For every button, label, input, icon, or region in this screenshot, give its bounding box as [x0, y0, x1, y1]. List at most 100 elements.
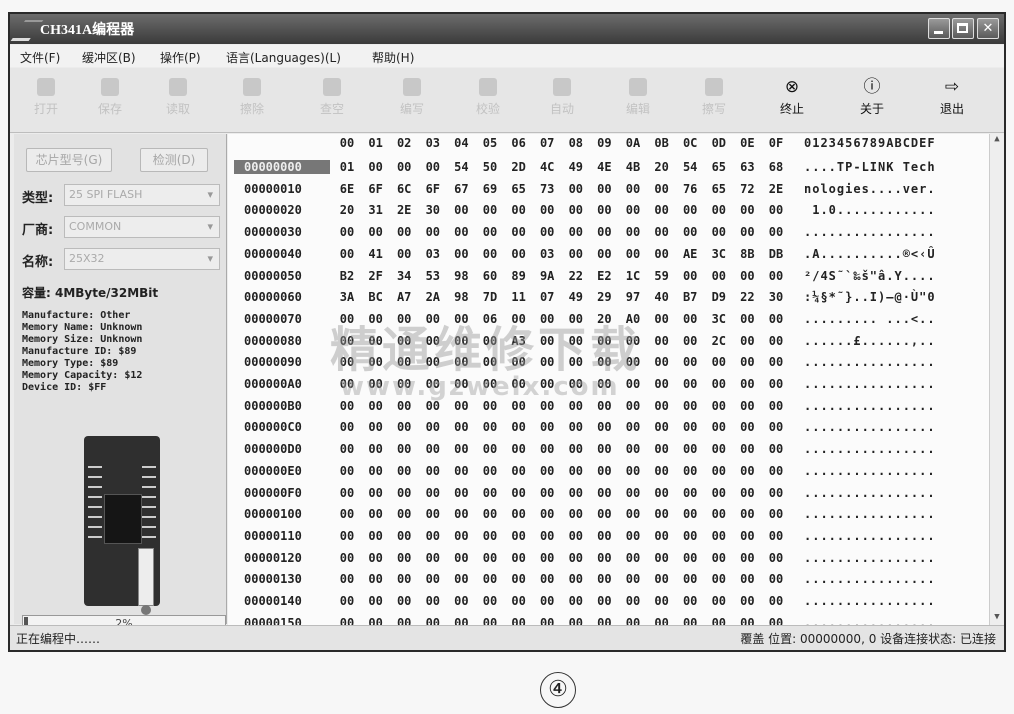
hex-byte[interactable]: 00: [593, 182, 615, 196]
hex-byte[interactable]: 22: [565, 269, 587, 283]
hex-byte[interactable]: 00: [651, 464, 673, 478]
hex-byte[interactable]: 00: [736, 442, 758, 456]
hex-row[interactable]: 00000130 00 00 00 00 00 00 00 00 00 00 00 00 00 00 00 00…: [228, 572, 1004, 594]
hex-byte[interactable]: A0: [622, 312, 644, 326]
hex-byte[interactable]: 00: [479, 247, 501, 261]
hex-byte[interactable]: 00: [336, 247, 358, 261]
hex-byte[interactable]: 00: [336, 551, 358, 565]
hex-byte[interactable]: 00: [508, 399, 530, 413]
hex-byte[interactable]: 53: [422, 269, 444, 283]
hex-byte[interactable]: 00: [622, 203, 644, 217]
hex-byte[interactable]: 00: [479, 399, 501, 413]
hex-byte[interactable]: 00: [479, 420, 501, 434]
hex-byte[interactable]: 00: [479, 486, 501, 500]
hex-row[interactable]: 000000E0 00 00 00 00 00 00 00 00 00 00 00 00 00 00 00 00…: [228, 464, 1004, 486]
hex-byte[interactable]: 00: [536, 355, 558, 369]
hex-byte[interactable]: 00: [622, 529, 644, 543]
hex-byte[interactable]: 00: [536, 507, 558, 521]
hex-byte[interactable]: 00: [336, 420, 358, 434]
toolbar-button[interactable]: ⊗ 终止: [760, 72, 824, 128]
hex-byte[interactable]: 00: [422, 355, 444, 369]
hex-byte[interactable]: 00: [765, 594, 787, 608]
hex-byte[interactable]: 00: [508, 203, 530, 217]
hex-byte[interactable]: 20: [651, 160, 673, 174]
hex-byte[interactable]: 3C: [708, 312, 730, 326]
hex-byte[interactable]: 00: [593, 572, 615, 586]
hex-byte[interactable]: 00: [736, 399, 758, 413]
hex-byte[interactable]: 00: [450, 247, 472, 261]
hex-byte[interactable]: 00: [393, 160, 415, 174]
hex-byte[interactable]: 00: [622, 334, 644, 348]
hex-byte[interactable]: 3A: [336, 290, 358, 304]
hex-byte[interactable]: 59: [651, 269, 673, 283]
hex-byte[interactable]: 00: [565, 507, 587, 521]
hex-byte[interactable]: 00: [365, 160, 387, 174]
hex-byte[interactable]: 00: [565, 420, 587, 434]
hex-row[interactable]: 00000050 B2 2F 34 53 98 60 89 9A 22 E2 1C 59 00 00 00 00…: [228, 269, 1004, 291]
hex-byte[interactable]: 00: [565, 442, 587, 456]
hex-byte[interactable]: 00: [536, 334, 558, 348]
hex-byte[interactable]: 00: [422, 507, 444, 521]
hex-byte[interactable]: 00: [651, 420, 673, 434]
hex-byte[interactable]: 00: [565, 312, 587, 326]
hex-byte[interactable]: 00: [651, 572, 673, 586]
hex-byte[interactable]: 54: [450, 160, 472, 174]
hex-byte[interactable]: 00: [508, 312, 530, 326]
hex-byte[interactable]: 00: [651, 355, 673, 369]
hex-byte[interactable]: A7: [393, 290, 415, 304]
hex-byte[interactable]: 00: [479, 507, 501, 521]
hex-byte[interactable]: 00: [365, 442, 387, 456]
hex-byte[interactable]: 00: [508, 551, 530, 565]
hex-byte[interactable]: 00: [565, 464, 587, 478]
hex-byte[interactable]: 00: [336, 377, 358, 391]
hex-byte[interactable]: 00: [536, 464, 558, 478]
hex-byte[interactable]: 00: [536, 225, 558, 239]
hex-byte[interactable]: 00: [736, 377, 758, 391]
hex-byte[interactable]: 00: [365, 507, 387, 521]
hex-byte[interactable]: 00: [393, 312, 415, 326]
hex-byte[interactable]: 00: [536, 486, 558, 500]
hex-byte[interactable]: 6E: [336, 182, 358, 196]
toolbar-button[interactable]: 编写: [380, 72, 444, 128]
hex-byte[interactable]: 00: [365, 312, 387, 326]
hex-byte[interactable]: 00: [422, 334, 444, 348]
hex-byte[interactable]: A3: [508, 334, 530, 348]
hex-byte[interactable]: 00: [565, 225, 587, 239]
hex-byte[interactable]: 06: [479, 312, 501, 326]
close-button[interactable]: ✕: [977, 18, 999, 39]
hex-byte[interactable]: 00: [708, 420, 730, 434]
hex-byte[interactable]: 00: [679, 377, 701, 391]
hex-byte[interactable]: 20: [593, 312, 615, 326]
hex-byte[interactable]: 00: [565, 247, 587, 261]
hex-byte[interactable]: 00: [736, 269, 758, 283]
hex-byte[interactable]: 8B: [736, 247, 758, 261]
hex-byte[interactable]: 3C: [708, 247, 730, 261]
hex-byte[interactable]: 63: [736, 160, 758, 174]
hex-byte[interactable]: 00: [593, 507, 615, 521]
type-select[interactable]: 25 SPI FLASH ▾: [64, 184, 220, 206]
hex-byte[interactable]: 00: [422, 529, 444, 543]
hex-byte[interactable]: 00: [593, 203, 615, 217]
hex-byte[interactable]: 00: [708, 529, 730, 543]
hex-byte[interactable]: 00: [479, 225, 501, 239]
hex-byte[interactable]: 00: [765, 464, 787, 478]
hex-byte[interactable]: 00: [736, 486, 758, 500]
hex-byte[interactable]: 7D: [479, 290, 501, 304]
hex-byte[interactable]: 00: [622, 486, 644, 500]
hex-byte[interactable]: 00: [479, 551, 501, 565]
hex-byte[interactable]: 07: [536, 290, 558, 304]
hex-byte[interactable]: 00: [422, 594, 444, 608]
hex-byte[interactable]: 76: [679, 182, 701, 196]
hex-byte[interactable]: 49: [565, 290, 587, 304]
hex-byte[interactable]: 50: [479, 160, 501, 174]
hex-byte[interactable]: 00: [365, 529, 387, 543]
hex-byte[interactable]: 00: [736, 225, 758, 239]
hex-byte[interactable]: E2: [593, 269, 615, 283]
hex-byte[interactable]: 2D: [508, 160, 530, 174]
hex-byte[interactable]: 2E: [765, 182, 787, 196]
hex-byte[interactable]: 00: [508, 572, 530, 586]
hex-row[interactable]: 000000F0 00 00 00 00 00 00 00 00 00 00 00 00 00 00 00 00…: [228, 486, 1004, 508]
hex-byte[interactable]: 00: [422, 572, 444, 586]
hex-byte[interactable]: 00: [422, 420, 444, 434]
hex-byte[interactable]: 49: [565, 160, 587, 174]
